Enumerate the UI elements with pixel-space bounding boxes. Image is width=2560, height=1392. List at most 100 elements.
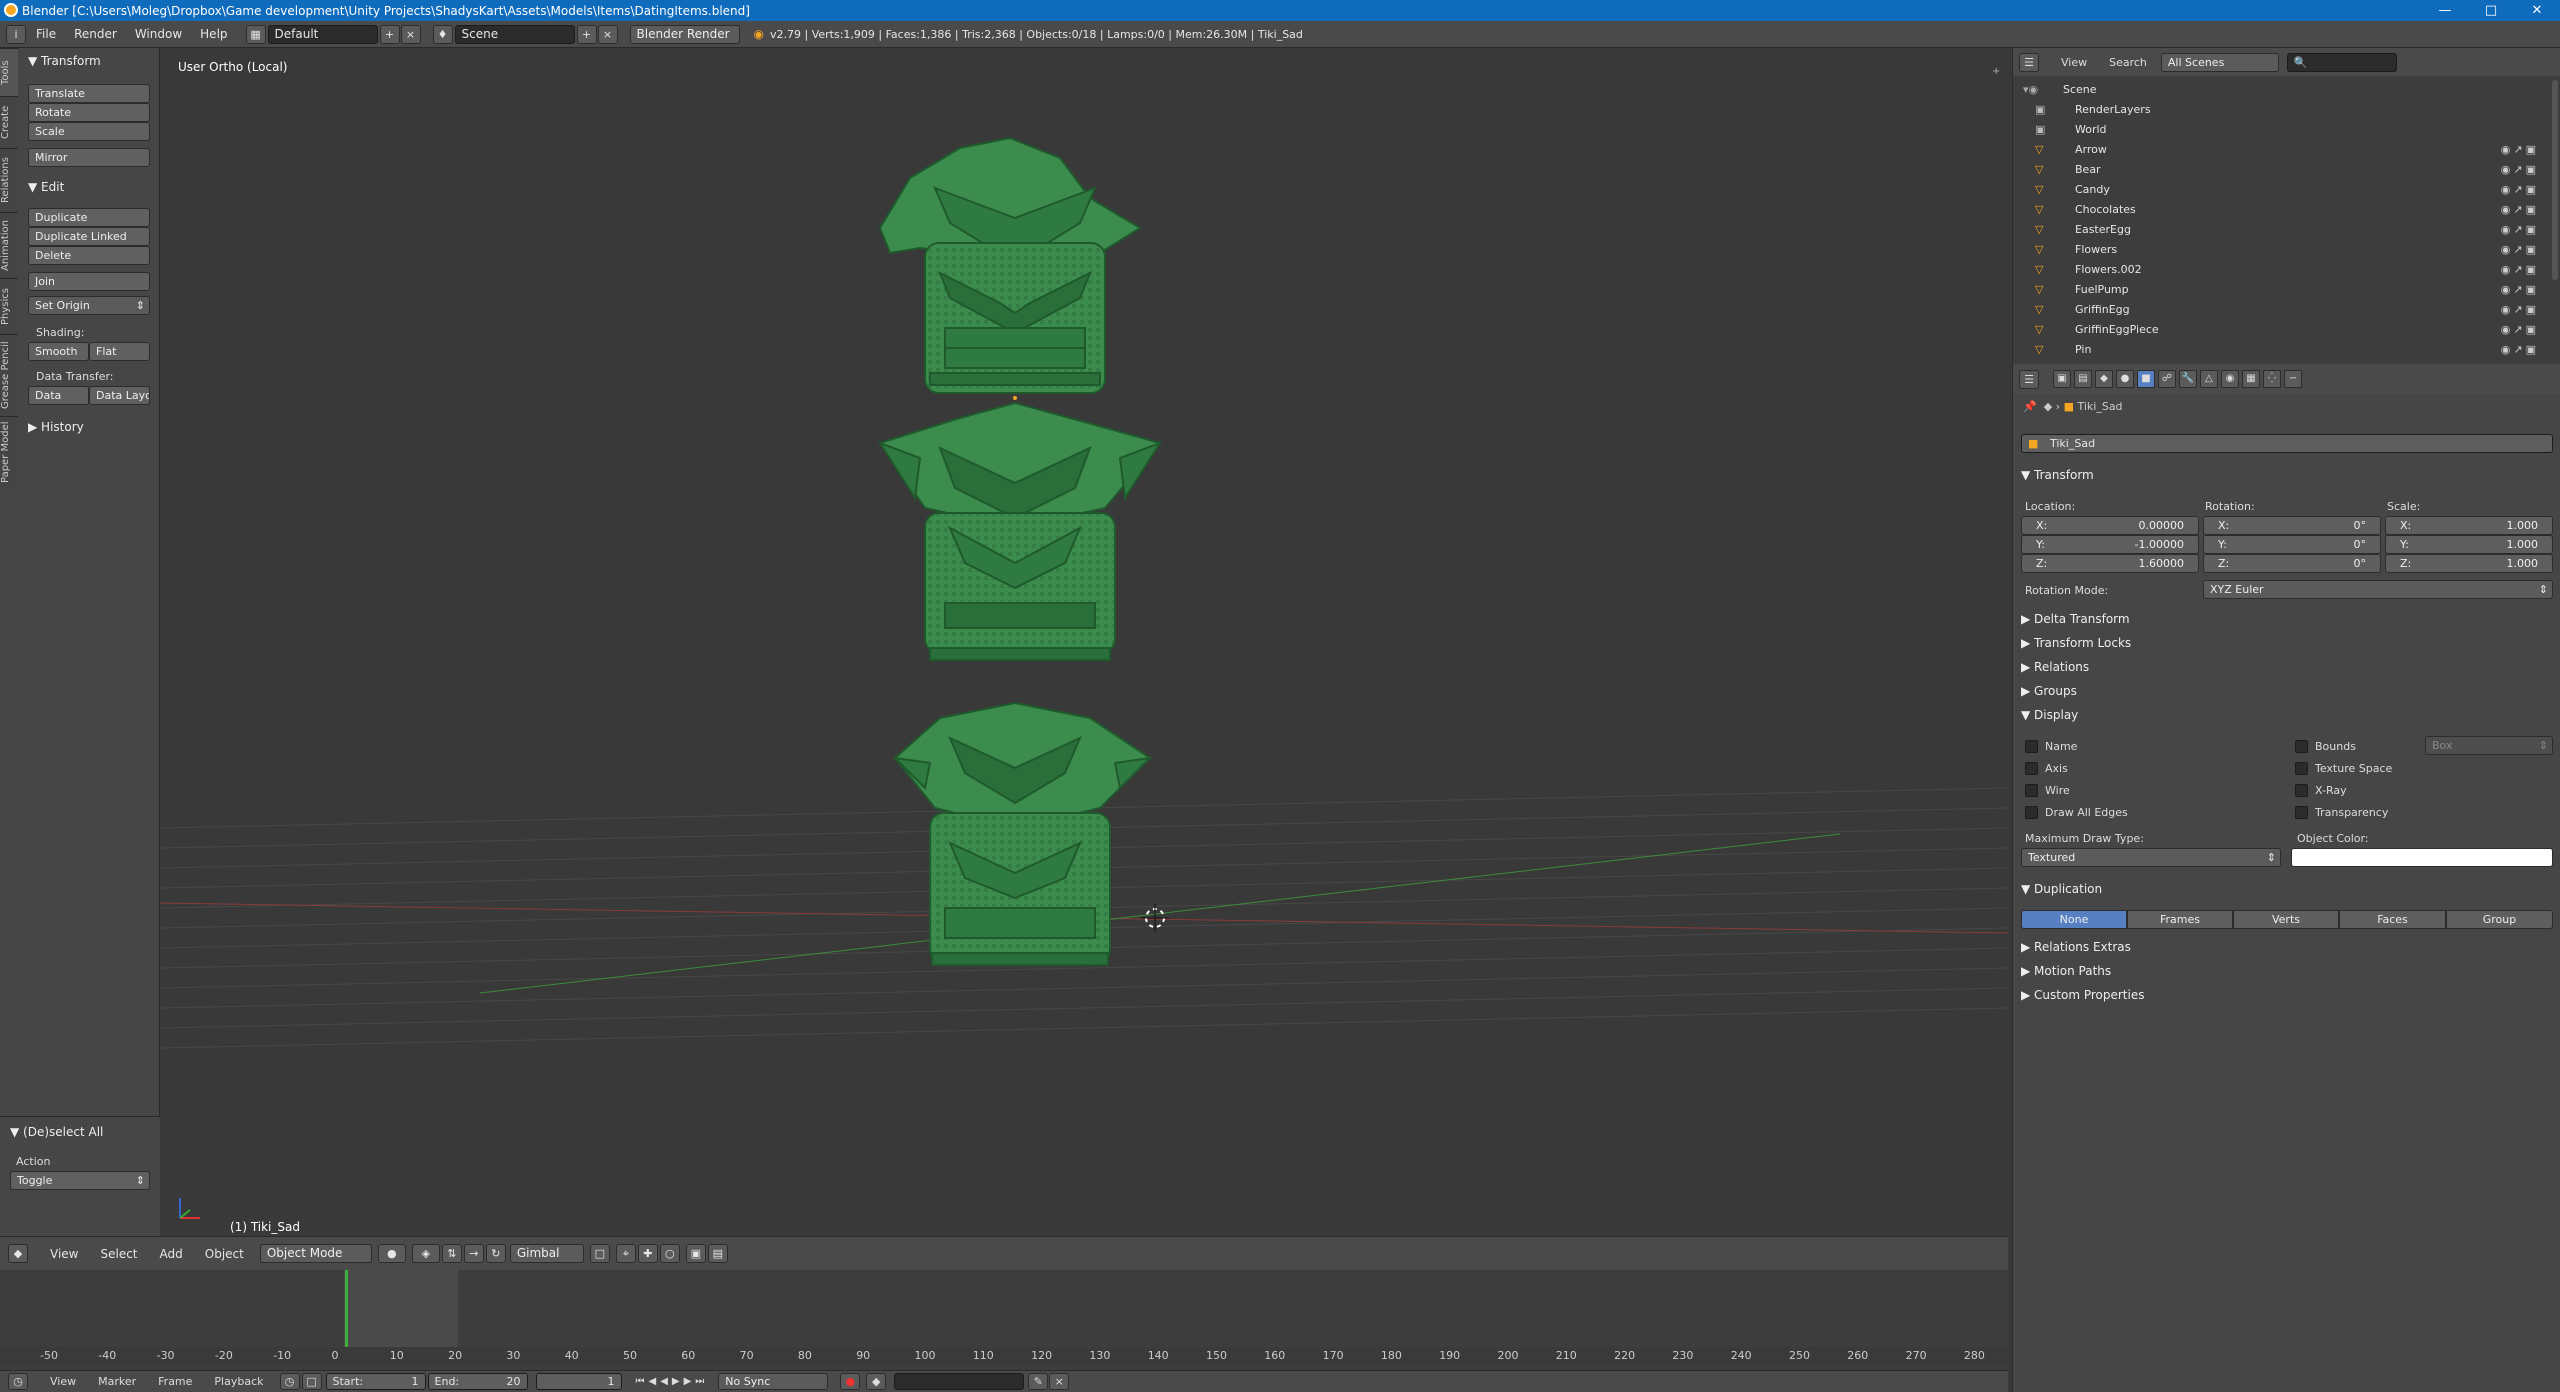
editor-type-icon[interactable]: i (6, 24, 26, 44)
screen-layout-icon[interactable]: ▦ (245, 24, 266, 44)
pivot-point-icon[interactable]: ◈ (411, 1244, 440, 1263)
transform-locks-section[interactable]: ▶ Transform Locks (2021, 636, 2131, 650)
dup-faces-button[interactable]: Faces (2339, 910, 2446, 929)
outliner-item[interactable]: ▽ Arrow ◉↗▣ (2013, 140, 2549, 160)
object-tab-icon[interactable]: ■ (2137, 370, 2155, 388)
smooth-button[interactable]: Smooth (28, 342, 89, 361)
name-checkbox[interactable] (2025, 740, 2038, 753)
tab-paper-model[interactable]: Paper Model (0, 416, 18, 488)
max-draw-type-select[interactable]: Textured ⇕ (2021, 848, 2281, 867)
dup-frames-button[interactable]: Frames (2127, 910, 2233, 929)
preview-range-icon[interactable]: ◷ (279, 1373, 300, 1390)
layers-tab-icon[interactable]: ▤ (2074, 370, 2092, 388)
scene-icon[interactable]: ♦ (432, 24, 453, 44)
visibility-icons[interactable]: ◉↗▣ (2501, 183, 2539, 196)
tl-menu-frame[interactable]: Frame (158, 1375, 192, 1388)
duplication-section-header[interactable]: ▼ Duplication (2021, 882, 2102, 896)
dup-group-button[interactable]: Group (2446, 910, 2553, 929)
outliner-item[interactable]: ▽ Candy ◉↗▣ (2013, 180, 2549, 200)
snap-target-icon[interactable]: ✚ (637, 1244, 658, 1263)
minimize-icon[interactable]: — (2422, 0, 2468, 21)
editor-type-icon[interactable]: ☰ (2019, 369, 2039, 389)
tl-menu-playback[interactable]: Playback (214, 1375, 263, 1388)
close-icon[interactable]: ✕ (2514, 0, 2560, 21)
transform-section-header[interactable]: ▼ Transform (2021, 468, 2094, 482)
keying-icon[interactable]: ◆ (866, 1373, 887, 1390)
maximize-icon[interactable]: □ (2468, 0, 2514, 21)
location-z-field[interactable]: Z: 1.60000 (2021, 554, 2199, 573)
transparency-checkbox[interactable] (2295, 806, 2308, 819)
bounds-checkbox[interactable] (2295, 740, 2308, 753)
outliner-item[interactable]: ▣ World (2013, 120, 2549, 140)
add-layout-icon[interactable]: + (379, 24, 400, 44)
tab-tools[interactable]: Tools (0, 48, 18, 96)
dup-none-button[interactable]: None (2021, 910, 2127, 929)
proportional-icon[interactable]: ○ (659, 1244, 680, 1263)
texture-tab-icon[interactable]: ▦ (2242, 370, 2260, 388)
outliner-menu-view[interactable]: View (2061, 56, 2087, 69)
menu-render[interactable]: Render (74, 27, 117, 41)
rotation-mode-select[interactable]: XYZ Euler ⇕ (2203, 580, 2553, 599)
groups-section[interactable]: ▶ Groups (2021, 684, 2077, 698)
visibility-icons[interactable]: ◉↗▣ (2501, 243, 2539, 256)
visibility-icons[interactable]: ◉↗▣ (2501, 223, 2539, 236)
tab-physics[interactable]: Physics (0, 278, 18, 334)
particles-tab-icon[interactable]: ⁛ (2263, 370, 2281, 388)
data-layout-button[interactable]: Data Layo (89, 386, 150, 405)
operator-panel-header[interactable]: ▼ (De)select All (10, 1125, 103, 1139)
tab-relations[interactable]: Relations (0, 148, 18, 212)
render-icon[interactable]: ▣ (685, 1244, 706, 1263)
translate-button[interactable]: Translate (28, 84, 150, 103)
viewport-shading-icon[interactable]: ● (377, 1244, 406, 1263)
remove-scene-icon[interactable]: × (597, 24, 618, 44)
layout-field[interactable]: Default (267, 24, 378, 44)
custom-properties-section[interactable]: ▶ Custom Properties (2021, 988, 2144, 1002)
relations-extras-section[interactable]: ▶ Relations Extras (2021, 940, 2131, 954)
render-engine-select[interactable]: Blender Render (629, 24, 740, 44)
menu-file[interactable]: File (36, 27, 56, 41)
visibility-icons[interactable]: ◉↗▣ (2501, 343, 2539, 356)
rotate-manip-icon[interactable]: ↻ (485, 1244, 506, 1263)
join-button[interactable]: Join (28, 272, 150, 291)
outliner-scrollbar[interactable] (2552, 80, 2558, 280)
delete-button[interactable]: Delete (28, 246, 150, 265)
menu-window[interactable]: Window (135, 27, 182, 41)
action-select[interactable]: Toggle ⇕ (10, 1171, 150, 1190)
scale-y-field[interactable]: Y: 1.000 (2385, 535, 2553, 554)
outliner-item[interactable]: ▽ Chocolates ◉↗▣ (2013, 200, 2549, 220)
dup-verts-button[interactable]: Verts (2233, 910, 2339, 929)
remove-layout-icon[interactable]: × (400, 24, 421, 44)
orientation-select[interactable]: Gimbal (509, 1244, 584, 1263)
modifiers-tab-icon[interactable]: 🔧 (2179, 370, 2197, 388)
layer-icon[interactable]: □ (589, 1244, 610, 1263)
visibility-icons[interactable]: ◉↗▣ (2501, 283, 2539, 296)
tab-animation[interactable]: Animation (0, 212, 18, 278)
scene-field[interactable]: Scene (454, 24, 575, 44)
record-icon[interactable]: ● (840, 1373, 861, 1390)
outliner-item[interactable]: ▽ Bear ◉↗▣ (2013, 160, 2549, 180)
flat-button[interactable]: Flat (89, 342, 150, 361)
duplicate-button[interactable]: Duplicate (28, 208, 150, 227)
menu-add[interactable]: Add (160, 1247, 183, 1261)
menu-select[interactable]: Select (100, 1247, 137, 1261)
texture-space-checkbox[interactable] (2295, 762, 2308, 775)
mode-select[interactable]: Object Mode (259, 1244, 372, 1263)
outliner-item[interactable]: ▾◉ Scene (2013, 80, 2549, 100)
snap-icon[interactable]: ⌖ (615, 1244, 636, 1263)
visibility-icons[interactable]: ◉↗▣ (2501, 143, 2539, 156)
mirror-button[interactable]: Mirror (28, 148, 150, 167)
rotation-x-field[interactable]: X: 0° (2203, 516, 2381, 535)
menu-object[interactable]: Object (205, 1247, 244, 1261)
keying-set-field[interactable] (894, 1373, 1025, 1390)
outliner-item[interactable]: ▣ RenderLayers (2013, 100, 2549, 120)
frame-ruler[interactable]: -50 -40 -30 -20 -10 0 10 20 30 40 50 60 70 80 90 100 110… (0, 1347, 2008, 1365)
outliner-menu-search[interactable]: Search (2109, 56, 2147, 69)
tl-menu-view[interactable]: View (50, 1375, 76, 1388)
delta-transform-section[interactable]: ▶ Delta Transform (2021, 612, 2130, 626)
set-origin-select[interactable]: Set Origin ⇕ (28, 296, 150, 315)
relations-section[interactable]: ▶ Relations (2021, 660, 2089, 674)
location-y-field[interactable]: Y: -1.00000 (2021, 535, 2199, 554)
axis-checkbox[interactable] (2025, 762, 2038, 775)
outliner-item[interactable]: ▽ Flowers.002 ◉↗▣ (2013, 260, 2549, 280)
visibility-icons[interactable]: ◉↗▣ (2501, 303, 2539, 316)
